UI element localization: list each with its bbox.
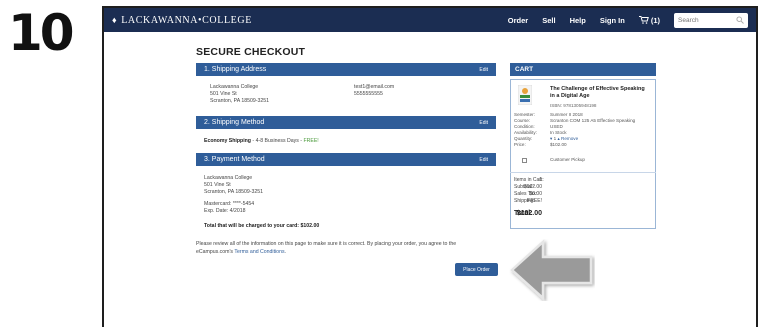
payment-exp: Exp. Date: 4/2018 xyxy=(204,208,246,214)
cart-count: (1) xyxy=(650,15,660,25)
meta-value-price: $102.00 xyxy=(550,142,567,147)
review-note-prefix: eCampus.com's xyxy=(196,249,235,255)
shipping-address-title: 1. Shipping Address xyxy=(204,66,267,73)
meta-label-condition: Condition: xyxy=(514,124,535,129)
meta-label-price: Price: xyxy=(514,142,526,147)
logo-text: LACKAWANNA•COLLEGE xyxy=(121,14,252,26)
nav-menu: Order Sell Help Sign In (1) xyxy=(508,12,748,28)
shipping-address-line1: Lackawanna College xyxy=(210,84,259,90)
browser-frame: ♦ LACKAWANNA•COLLEGE Order Sell Help Sig… xyxy=(102,6,758,327)
cart-icon xyxy=(638,16,649,24)
summary-value-subtotal: $102.00 xyxy=(523,184,542,190)
total-value: $102.00 xyxy=(516,210,542,217)
book-title[interactable]: The Challenge of Effective Speaking in a… xyxy=(550,86,650,100)
payment-method-edit[interactable]: Edit xyxy=(479,157,488,163)
payment-address-line2: 501 Vine St xyxy=(204,182,231,188)
shipping-address-edit[interactable]: Edit xyxy=(479,67,488,73)
book-isbn: ISBN: 9781305948198 xyxy=(550,103,597,108)
nav-help[interactable]: Help xyxy=(570,16,586,25)
shipping-method-title: 2. Shipping Method xyxy=(204,119,265,126)
summary-value-shipping: FREE! xyxy=(527,198,542,204)
payment-method-title: 3. Payment Method xyxy=(204,156,265,163)
quantity-down-icon[interactable]: ▾ xyxy=(550,136,552,141)
review-note-line2: eCampus.com's Terms and Conditions. xyxy=(196,249,286,256)
customer-pickup-checkbox[interactable] xyxy=(522,158,527,163)
review-note-period: . xyxy=(284,249,286,255)
payment-card: Mastercard: ****-5454 xyxy=(204,201,255,207)
page-title: SECURE CHECKOUT xyxy=(196,46,306,58)
nav-sell[interactable]: Sell xyxy=(542,16,555,25)
shipping-address-line3: Scranton, PA 18509-3251 xyxy=(210,98,270,104)
meta-value-semester: Summer II 2018 xyxy=(550,112,583,117)
logo-icon: ♦ xyxy=(112,15,118,25)
nav-cart[interactable]: (1) xyxy=(638,15,660,25)
meta-label-course: Course: xyxy=(514,118,531,123)
cart-divider xyxy=(510,172,656,173)
search-input[interactable] xyxy=(678,16,736,24)
search-icon[interactable] xyxy=(736,15,744,24)
place-order-button[interactable]: Place Order xyxy=(455,263,498,276)
college-logo[interactable]: ♦ LACKAWANNA•COLLEGE xyxy=(112,15,252,26)
shipping-phone: 5555555555 xyxy=(354,91,383,97)
step-number: 10 xyxy=(8,4,75,62)
review-note: Please review all of the information on … xyxy=(196,241,457,247)
shipping-email: test1@email.com xyxy=(354,84,395,90)
terms-link[interactable]: Terms and Conditions xyxy=(234,249,284,255)
shipping-address-header: 1. Shipping Address Edit xyxy=(196,63,496,76)
pointer-arrow-icon xyxy=(510,239,593,301)
quantity-up-icon[interactable]: ▴ xyxy=(557,136,559,141)
shipping-method-edit[interactable]: Edit xyxy=(479,120,488,126)
summary-value-tax: $0.00 xyxy=(529,191,542,197)
payment-method-header: 3. Payment Method Edit xyxy=(196,153,496,166)
search-box xyxy=(674,12,748,28)
shipping-method-header: 2. Shipping Method Edit xyxy=(196,116,496,129)
meta-value-course: Scranton COM 125 A5 Effective Speaking xyxy=(550,118,636,123)
nav-sign-in[interactable]: Sign In xyxy=(600,16,625,25)
meta-label-quantity: Quantity: xyxy=(514,136,533,141)
meta-value-condition: USED xyxy=(550,124,563,129)
summary-value-items: 1 xyxy=(539,177,542,183)
payment-address-line1: Lackawanna College xyxy=(204,175,253,181)
shipping-method-free: FREE! xyxy=(303,138,319,144)
book-cover-image[interactable] xyxy=(518,85,532,105)
customer-pickup-label: Customer Pickup xyxy=(550,157,585,162)
shipping-address-line2: 501 Vine St xyxy=(210,91,237,97)
remove-link[interactable]: Remove xyxy=(561,136,578,141)
shipping-method-detail: Economy Shipping - 4-8 Business Days - F… xyxy=(204,138,319,145)
top-navbar: ♦ LACKAWANNA•COLLEGE Order Sell Help Sig… xyxy=(104,8,756,32)
shipping-method-name: Economy Shipping xyxy=(204,138,251,144)
payment-address-line3: Scranton, PA 18509-3251 xyxy=(204,189,264,195)
meta-value-quantity: 1 xyxy=(553,136,557,141)
cart-header: CART xyxy=(510,63,656,76)
meta-label-semester: Semester: xyxy=(514,112,535,117)
nav-order[interactable]: Order xyxy=(508,16,528,25)
payment-total-note: Total that will be charged to your card:… xyxy=(204,223,320,229)
meta-label-availability: Availability: xyxy=(514,130,537,135)
meta-value-availability: In Stock xyxy=(550,130,567,135)
shipping-method-days: - 4-8 Business Days - xyxy=(250,138,304,144)
